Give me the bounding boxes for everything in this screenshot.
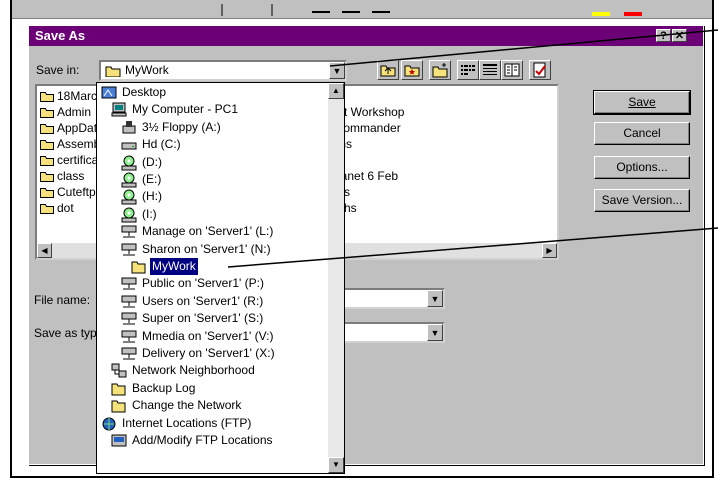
annotation-pointer-lines <box>227 29 719 268</box>
